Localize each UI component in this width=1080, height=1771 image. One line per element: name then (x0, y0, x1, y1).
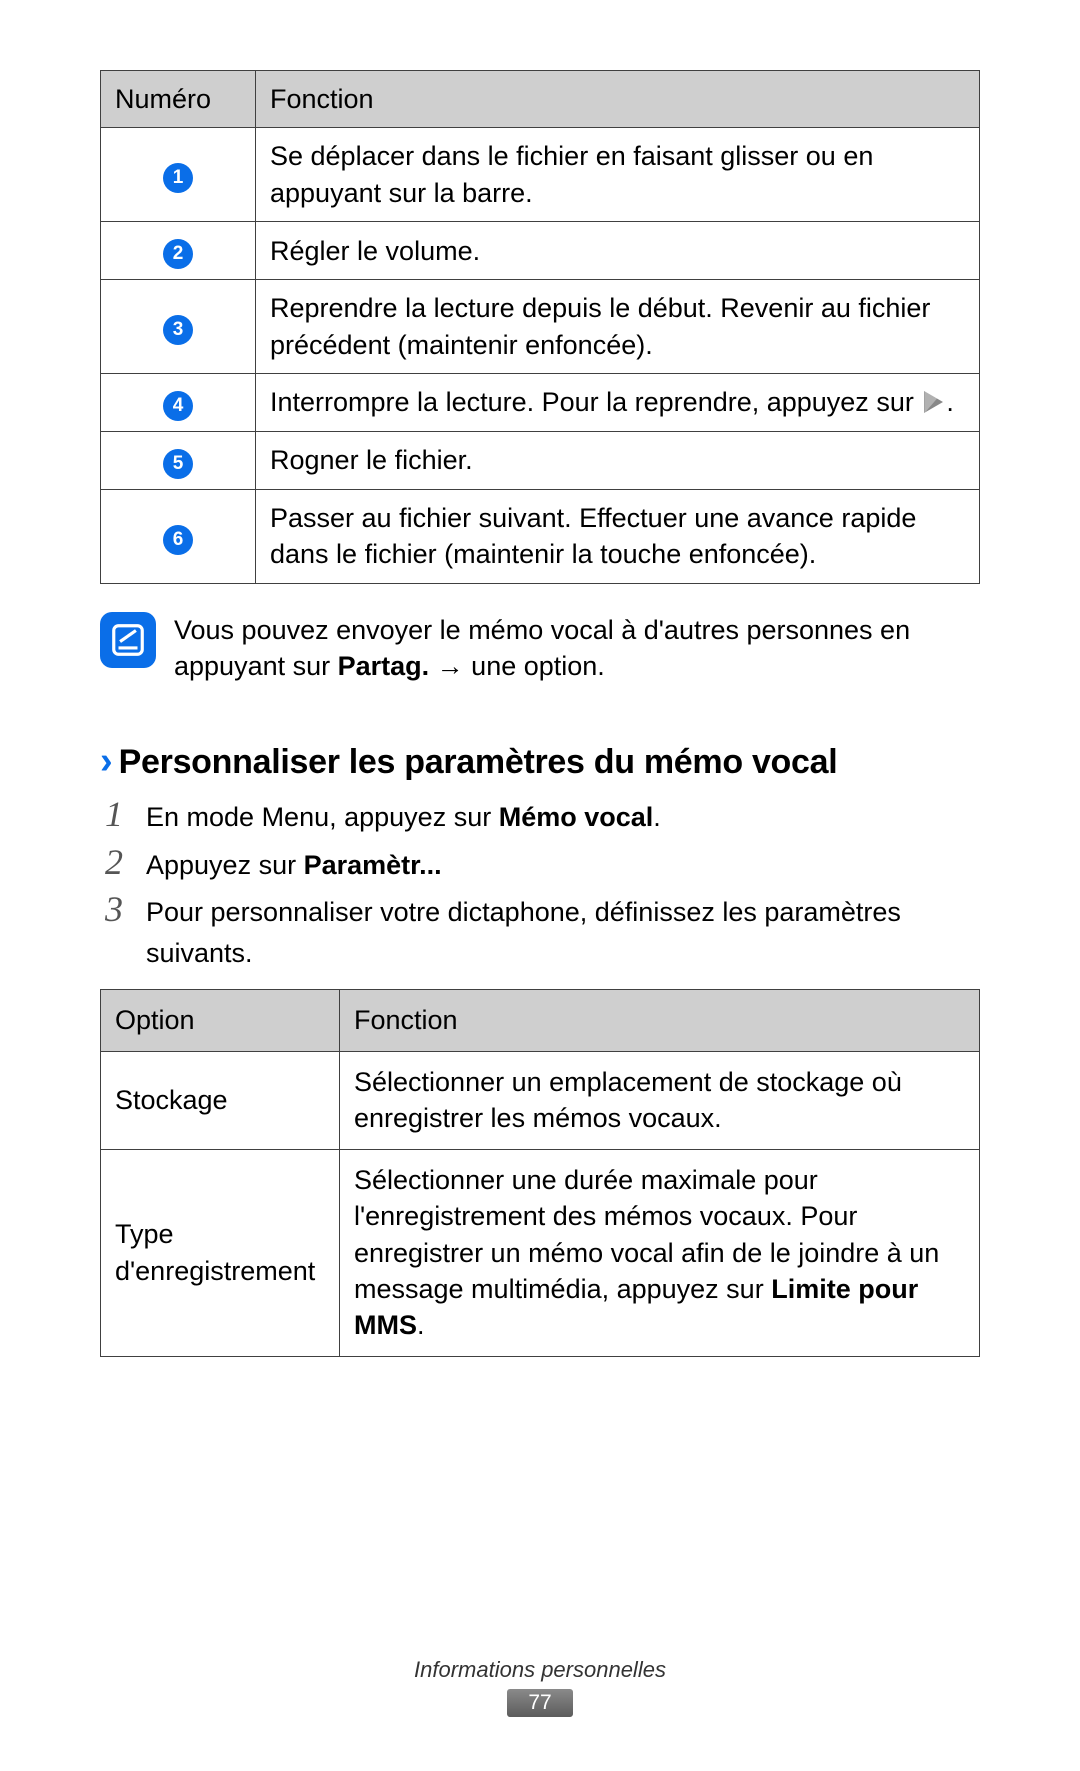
badge-icon: 5 (163, 449, 193, 479)
text-run: Appuyez sur (146, 850, 304, 880)
text-run: . (417, 1310, 425, 1340)
badge-icon: 1 (163, 163, 193, 193)
function-cell: Interrompre la lecture. Pour la reprendr… (256, 374, 980, 432)
step-number-icon: 2 (100, 840, 128, 880)
th-number: Numéro (101, 71, 256, 128)
page-footer: Informations personnelles 77 (0, 1657, 1080, 1717)
table-row: Type d'enregistrement Sélectionner une d… (101, 1149, 980, 1356)
text-run: . (946, 387, 954, 417)
controls-table: Numéro Fonction 1 Se déplacer dans le fi… (100, 70, 980, 584)
note-icon (100, 612, 156, 668)
table-row: Stockage Sélectionner un emplacement de … (101, 1051, 980, 1149)
th-function: Fonction (256, 71, 980, 128)
manual-page: Numéro Fonction 1 Se déplacer dans le fi… (0, 0, 1080, 1771)
note-text: Vous pouvez envoyer le mémo vocal à d'au… (174, 612, 980, 685)
text-run: Interrompre la lecture. Pour la reprendr… (270, 387, 921, 417)
text-run: En mode Menu, appuyez sur (146, 802, 499, 832)
th-option: Option (101, 990, 340, 1051)
option-cell: Stockage (101, 1051, 340, 1149)
list-item: 1 En mode Menu, appuyez sur Mémo vocal. (100, 792, 980, 838)
table-row: 4 Interrompre la lecture. Pour la repren… (101, 374, 980, 432)
play-icon (924, 391, 943, 413)
bold-text: Paramètr... (304, 850, 442, 880)
function-cell: Se déplacer dans le fichier en faisant g… (256, 128, 980, 222)
arrow-icon: → (429, 651, 471, 681)
list-item: 3 Pour personnaliser votre dictaphone, d… (100, 887, 980, 973)
text-run: . (653, 802, 661, 832)
note-block: Vous pouvez envoyer le mémo vocal à d'au… (100, 612, 980, 685)
badge-icon: 3 (163, 315, 193, 345)
chevron-right-icon: › (100, 742, 113, 780)
th-function: Fonction (340, 990, 980, 1051)
bold-text: Mémo vocal (499, 802, 654, 832)
badge-icon: 6 (163, 525, 193, 555)
step-number-icon: 3 (100, 887, 128, 927)
option-cell: Type d'enregistrement (101, 1149, 340, 1356)
function-cell: Passer au fichier suivant. Effectuer une… (256, 489, 980, 583)
function-cell: Sélectionner un emplacement de stockage … (340, 1051, 980, 1149)
function-cell: Régler le volume. (256, 222, 980, 280)
list-item: 2 Appuyez sur Paramètr... (100, 840, 980, 886)
function-cell: Reprendre la lecture depuis le début. Re… (256, 280, 980, 374)
table-row: 2 Régler le volume. (101, 222, 980, 280)
step-number-icon: 1 (100, 792, 128, 832)
step-text: Appuyez sur Paramètr... (146, 845, 442, 886)
steps-list: 1 En mode Menu, appuyez sur Mémo vocal. … (100, 792, 980, 973)
table-row: 5 Rogner le fichier. (101, 431, 980, 489)
page-number-badge: 77 (507, 1689, 573, 1717)
options-table: Option Fonction Stockage Sélectionner un… (100, 989, 980, 1357)
badge-icon: 4 (163, 391, 193, 421)
function-cell: Rogner le fichier. (256, 431, 980, 489)
section-heading: › Personnaliser les paramètres du mémo v… (100, 742, 980, 782)
step-text: En mode Menu, appuyez sur Mémo vocal. (146, 797, 661, 838)
bold-text: Partag. (338, 651, 430, 681)
badge-icon: 2 (163, 239, 193, 269)
heading-text: Personnaliser les paramètres du mémo voc… (119, 743, 838, 782)
function-cell: Sélectionner une durée maximale pour l'e… (340, 1149, 980, 1356)
section-label: Informations personnelles (0, 1657, 1080, 1683)
table-row: 6 Passer au fichier suivant. Effectuer u… (101, 489, 980, 583)
step-text: Pour personnaliser votre dictaphone, déf… (146, 892, 980, 973)
table-row: 3 Reprendre la lecture depuis le début. … (101, 280, 980, 374)
text-run: une option. (471, 651, 605, 681)
table-row: 1 Se déplacer dans le fichier en faisant… (101, 128, 980, 222)
